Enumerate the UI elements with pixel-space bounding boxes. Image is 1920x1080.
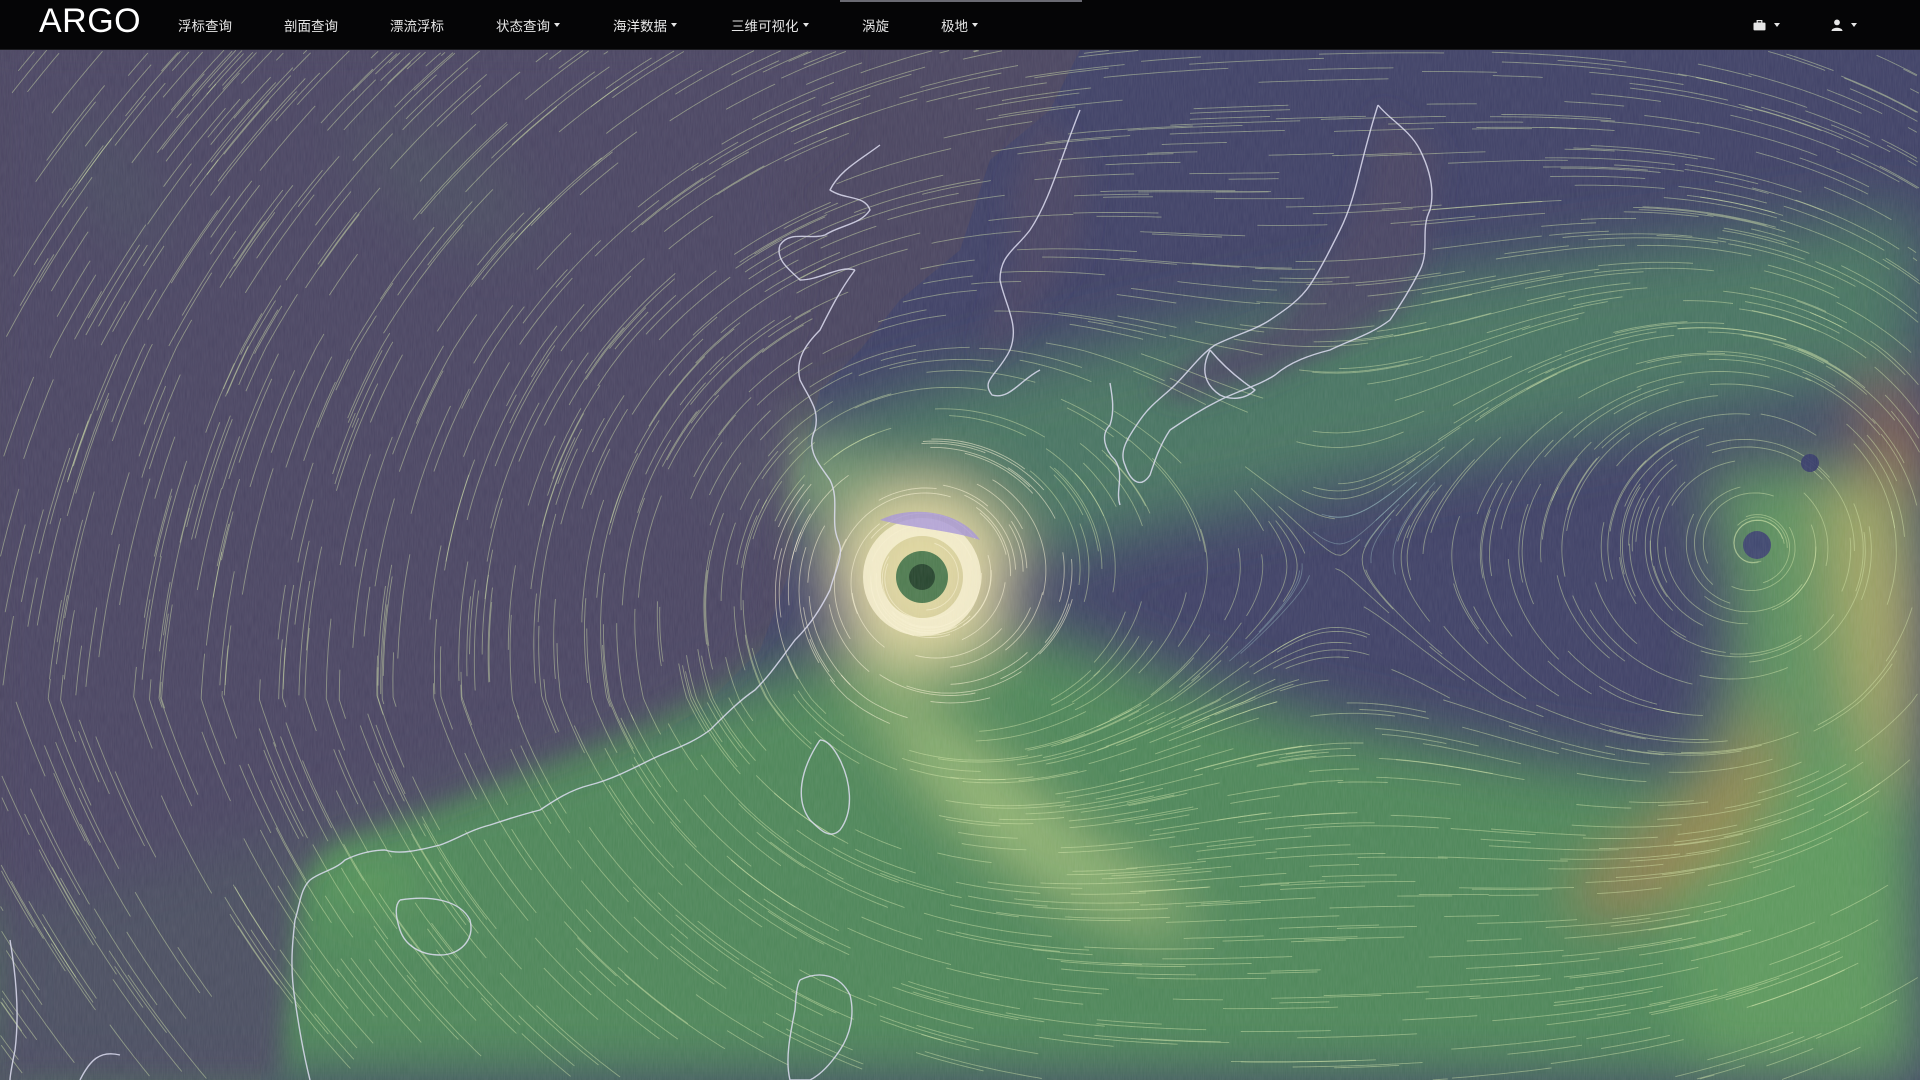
nav-3d-visualization-label: 三维可视化 [731,19,799,35]
nav-ocean-data[interactable]: 海洋数据 [613,0,677,50]
nav-3d-visualization[interactable]: 三维可视化 [731,0,809,50]
nav-float-query-label: 浮标查询 [178,19,232,35]
briefcase-icon [1753,19,1766,30]
nav-status-query-label: 状态查询 [496,19,550,35]
streamline-texture [0,50,1920,1080]
user-menu[interactable] [1831,0,1857,50]
chevron-down-icon [972,23,978,27]
nav-profile-query[interactable]: 剖面查询 [284,0,338,50]
top-navbar: ARGO 浮标查询 剖面查询 漂流浮标 状态查询 海洋数据 三维可视化 涡旋 极… [0,0,1920,50]
nav-status-query[interactable]: 状态查询 [496,0,560,50]
user-icon [1831,19,1843,31]
chevron-down-icon [802,23,809,27]
chevron-down-icon [671,23,677,27]
brand-logo[interactable]: ARGO [39,1,141,41]
nav-profile-query-label: 剖面查询 [284,19,338,35]
chevron-down-icon [554,23,560,27]
nav-polar-label: 极地 [941,19,968,35]
nav-float-query[interactable]: 浮标查询 [178,0,232,50]
nav-polar[interactable]: 极地 [941,0,978,50]
nav-ocean-data-label: 海洋数据 [613,19,667,35]
nav-drift-buoy-label: 漂流浮标 [390,19,444,35]
nav-drift-buoy[interactable]: 漂流浮标 [390,0,444,50]
wind-map-canvas[interactable] [0,50,1920,1080]
chevron-down-icon [1774,23,1780,27]
nav-eddy-label: 涡旋 [862,19,889,35]
nav-eddy[interactable]: 涡旋 [862,0,889,50]
briefcase-menu[interactable] [1753,0,1780,50]
chevron-down-icon [1851,23,1857,27]
wind-map[interactable] [0,50,1920,1080]
